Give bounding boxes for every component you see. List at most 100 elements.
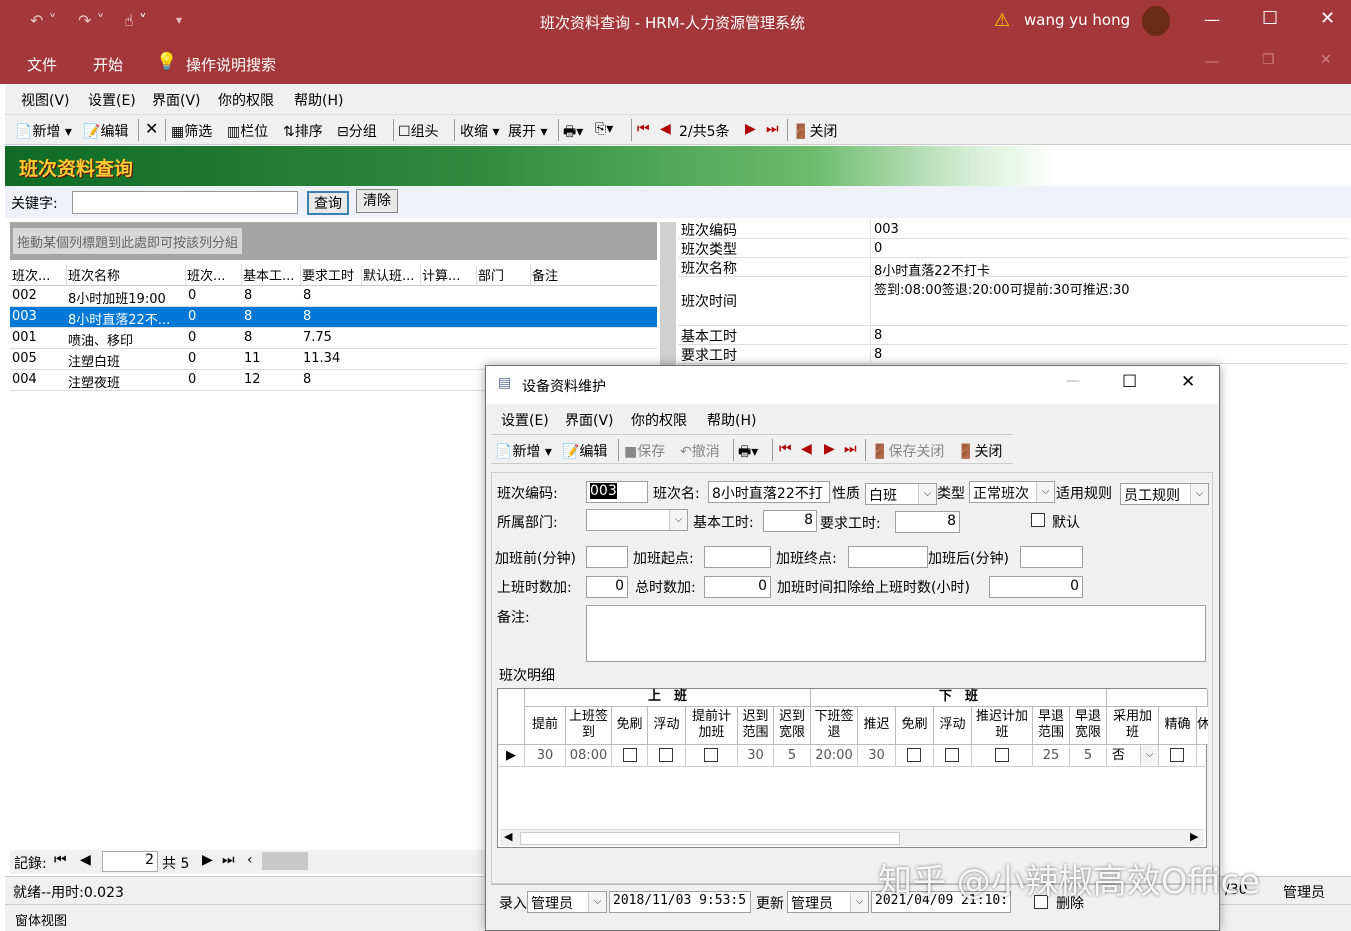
menu-help[interactable]: 帮助(H) [294,90,343,110]
col-delay[interactable]: 推迟 [858,707,896,745]
cell-sign-in[interactable]: 08:00 [566,745,612,767]
cell-precise[interactable] [1159,745,1197,767]
cell-early-leave-range[interactable]: 25 [1033,745,1070,767]
cell-late-range[interactable]: 30 [738,745,774,767]
close-icon[interactable]: ✕ [1320,8,1335,29]
nature-select[interactable]: 白班 ⌵ [865,483,937,505]
cell-early-ot[interactable] [686,745,738,767]
user-name[interactable]: wang yu hong [1024,11,1130,29]
scroll-thumb[interactable] [520,832,900,845]
maximize-icon[interactable]: ☐ [1262,8,1278,29]
dialog-prev-icon[interactable]: ◀ [801,441,812,457]
dialog-menu-permissions[interactable]: 你的权限 [631,410,687,430]
last-record-icon[interactable]: ⏭ [766,121,779,137]
col-early[interactable]: 提前 [525,707,566,745]
dialog-menu-settings[interactable]: 设置(E) [501,410,549,430]
sort-button[interactable]: ⇅排序 [283,121,323,141]
dialog-menu-interface[interactable]: 界面(V) [565,410,614,430]
col-sign-in[interactable]: 上班签到 [566,707,612,745]
col-no-swipe[interactable]: 免刷 [612,707,648,745]
col-use-ot[interactable]: 采用加班 [1107,707,1159,745]
no-swipe-checkbox[interactable] [623,748,637,762]
chevron-down-icon[interactable]: ⌵ [850,892,868,912]
ot-start-field[interactable] [704,546,771,568]
columns-button[interactable]: ▥栏位 [227,121,268,141]
close-button[interactable]: 🚪关闭 [792,121,837,141]
early-ot-checkbox[interactable] [704,748,718,762]
cell-float[interactable] [648,745,686,767]
on-duty-add-field[interactable]: 0 [586,576,628,598]
cell-use-ot[interactable]: 否 ⌵ [1107,745,1159,767]
dialog-new-button[interactable]: 📄新增 ▾ [495,441,552,461]
ribbon-restore-icon[interactable]: ❐ [1262,52,1275,68]
col-header-type[interactable]: 班次... [187,265,242,285]
col-header-basic-hours[interactable]: 基本工... [243,265,301,285]
ot-end-field[interactable] [848,546,928,568]
remark-textarea[interactable] [586,605,1206,662]
ribbon-close-icon[interactable]: ✕ [1320,52,1332,68]
print-button[interactable]: 🖶▾ [563,121,583,145]
col-no-swipe-off[interactable]: 免刷 [896,707,934,745]
delay-ot-checkbox[interactable] [995,748,1009,762]
ot-before-field[interactable] [586,546,628,568]
col-header-required-hours[interactable]: 要求工时 [302,265,362,285]
float-off-checkbox[interactable] [945,748,959,762]
customize-qat-icon[interactable]: ▾ [176,13,182,27]
total-add-field[interactable]: 0 [704,576,771,598]
cell-no-swipe-off[interactable] [896,745,934,767]
col-header-calc[interactable]: 计算... [422,265,477,285]
minimize-icon[interactable]: — [1204,10,1220,29]
code-field[interactable]: 003 [586,481,648,503]
dialog-print-button[interactable]: 🖶▾ [738,441,758,465]
nav-last-icon[interactable]: ⏭ [222,852,235,868]
update-user-select[interactable]: 管理员 ⌵ [787,891,869,913]
first-record-icon[interactable]: ⏮ [637,121,650,137]
menu-interface[interactable]: 界面(V) [152,90,201,110]
chevron-down-icon[interactable]: ⌵ [588,892,606,912]
dialog-next-icon[interactable]: ▶ [824,441,835,457]
warning-icon[interactable]: ⚠ [994,10,1010,31]
name-field[interactable]: 8小时直落22不打 [708,481,830,503]
tell-me-search[interactable]: 操作说明搜索 [186,54,276,75]
cell-no-swipe[interactable] [612,745,648,767]
grid-horizontal-scrollbar[interactable]: ◀ ▶ [500,829,1204,846]
menu-view[interactable]: 视图(V) [21,90,70,110]
scroll-left-icon[interactable]: ‹ [247,852,253,868]
cell-delay[interactable]: 30 [858,745,896,767]
chevron-down-icon[interactable]: ⌵ [669,510,687,530]
col-early-leave-range[interactable]: 早退范围 [1033,707,1070,745]
next-record-icon[interactable]: ▶ [745,121,756,137]
chevron-down-icon[interactable]: ⌵ [918,484,936,504]
col-float[interactable]: 浮动 [648,707,686,745]
dialog-undo-button[interactable]: ↶撤消 [680,441,720,461]
dept-select[interactable]: ⌵ [586,509,688,531]
table-row-selected[interactable]: 003 8小时直落22不... 0 8 8 [10,307,657,328]
col-late-range[interactable]: 迟到范围 [738,707,774,745]
group-button[interactable]: ⊟分组 [337,121,377,141]
dialog-close-button[interactable]: 🚪关闭 [957,441,1002,461]
dialog-minimize-icon[interactable]: — [1066,373,1080,389]
edit-button[interactable]: 📝编辑 [83,121,128,141]
cell-early-leave-grace[interactable]: 5 [1070,745,1107,767]
col-early-leave-grace[interactable]: 早退宽限 [1070,707,1107,745]
group-header-button[interactable]: ☐组头 [398,121,439,141]
ot-after-field[interactable] [1020,546,1083,568]
nav-prev-icon[interactable]: ◀ [80,852,91,868]
cell-delay-ot[interactable] [972,745,1033,767]
entry-user-select[interactable]: 管理员 ⌵ [527,891,607,913]
filter-button[interactable]: ▦筛选 [171,121,212,141]
float-checkbox[interactable] [659,748,673,762]
chevron-down-icon[interactable]: ⌵ [1140,745,1158,765]
avatar[interactable] [1142,6,1170,36]
col-early-ot[interactable]: 提前计加班 [686,707,738,745]
col-header-name[interactable]: 班次名称 [68,265,186,285]
scroll-left-icon[interactable]: ◀ [504,830,512,843]
no-swipe-off-checkbox[interactable] [907,748,921,762]
dialog-first-icon[interactable]: ⏮ [779,441,792,457]
scroll-right-icon[interactable]: ▶ [1190,830,1198,843]
table-row[interactable]: 001 喷油、移印 0 8 7.75 [10,328,657,349]
nav-first-icon[interactable]: ⏮ [54,852,67,868]
nav-next-icon[interactable]: ▶ [202,852,213,868]
chevron-down-icon[interactable]: ⌵ [1190,484,1208,504]
default-checkbox[interactable] [1031,513,1045,527]
